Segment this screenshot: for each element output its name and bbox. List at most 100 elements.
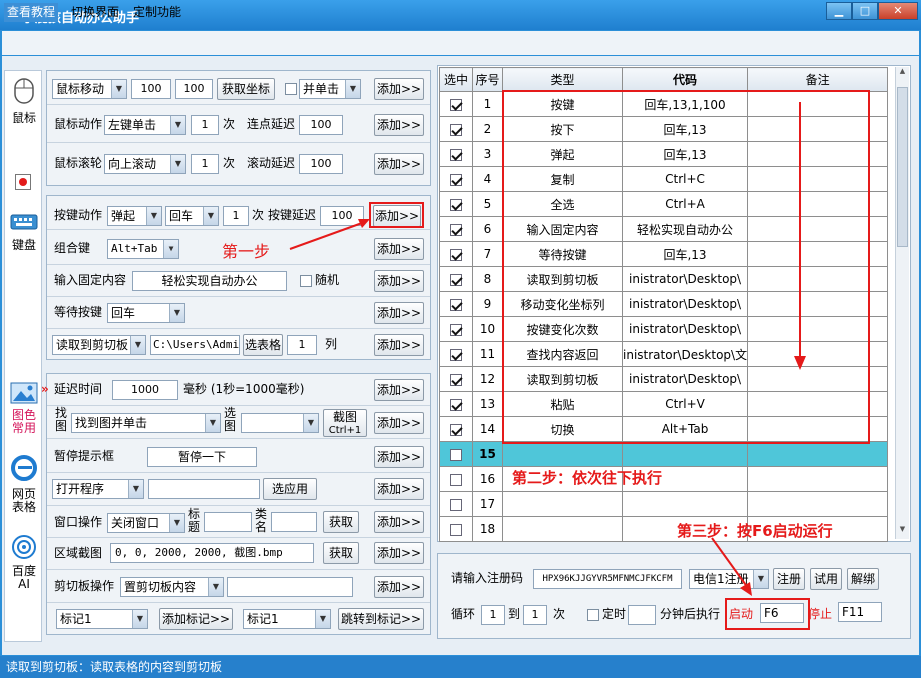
pick-table-button[interactable]: 选表格: [243, 334, 283, 356]
pause-prompt-input[interactable]: 暂停一下: [147, 447, 257, 467]
trial-button[interactable]: 试用: [810, 568, 842, 590]
minimize-button[interactable]: ▁: [826, 2, 852, 20]
window-title-input[interactable]: [204, 512, 252, 532]
row-checkbox[interactable]: [450, 148, 462, 161]
row-number-cell[interactable]: 16: [472, 466, 503, 492]
unbind-button[interactable]: 解绑: [847, 568, 879, 590]
timer-minutes-input[interactable]: [628, 605, 656, 625]
row-number-cell[interactable]: 17: [472, 491, 503, 517]
scroll-up-icon[interactable]: ▲: [897, 67, 908, 81]
row-number-cell[interactable]: 14: [472, 416, 503, 442]
row-checkbox[interactable]: [450, 173, 462, 186]
find-image-select[interactable]: 找到图并单击 ▼: [71, 413, 221, 433]
row-checkbox-cell[interactable]: [439, 141, 473, 167]
row-checkbox-cell[interactable]: [439, 91, 473, 117]
wait-key-add-button[interactable]: 添加>>: [374, 302, 424, 324]
reg-code-input[interactable]: HPX96KJJGYVR5MFNMCJFKCFM: [533, 569, 682, 589]
menu-custom-feature[interactable]: 定制功能: [130, 3, 184, 22]
clipboard-read-select[interactable]: 读取到剪切板 ▼: [52, 335, 146, 355]
program-path-input[interactable]: [148, 479, 260, 499]
clipboard-op-add-button[interactable]: 添加>>: [374, 576, 424, 598]
row-checkbox-cell[interactable]: [439, 516, 473, 542]
window-get-button[interactable]: 获取: [323, 511, 359, 533]
col-header-note[interactable]: 备注: [747, 67, 889, 92]
find-image-add-button[interactable]: 添加>>: [374, 412, 424, 434]
pause-add-button[interactable]: 添加>>: [374, 446, 424, 468]
col-header-no[interactable]: 序号: [472, 67, 503, 92]
mouse-wheel-select[interactable]: 向上滚动 ▼: [104, 154, 186, 174]
delay-add-button[interactable]: 添加>>: [374, 379, 424, 401]
sidebar-item-web-table[interactable]: 网页表格: [10, 488, 38, 514]
baidu-ai-icon[interactable]: [11, 534, 37, 560]
row-number-cell[interactable]: 6: [472, 216, 503, 242]
row-checkbox-cell[interactable]: [439, 341, 473, 367]
row-checkbox-cell[interactable]: [439, 291, 473, 317]
wheel-delay-input[interactable]: 100: [299, 154, 343, 174]
row-number-cell[interactable]: 1: [472, 91, 503, 117]
row-number-cell[interactable]: 3: [472, 141, 503, 167]
jump-mark-select[interactable]: 标记1 ▼: [243, 609, 331, 629]
open-program-add-button[interactable]: 添加>>: [374, 478, 424, 500]
menu-switch-view[interactable]: 切换界面: [68, 3, 122, 22]
row-number-cell[interactable]: 13: [472, 391, 503, 417]
table-row[interactable]: 17: [439, 491, 889, 517]
clipboard-add-button[interactable]: 添加>>: [374, 334, 424, 356]
row-checkbox-cell[interactable]: [439, 116, 473, 142]
keyboard-icon[interactable]: [10, 209, 38, 231]
column-number-input[interactable]: 1: [287, 335, 317, 355]
combo-key-add-button[interactable]: 添加>>: [374, 238, 424, 260]
row-number-cell[interactable]: 9: [472, 291, 503, 317]
row-checkbox-cell[interactable]: [439, 466, 473, 492]
delay-time-input[interactable]: 1000: [112, 380, 178, 400]
image-icon[interactable]: [10, 382, 38, 404]
jump-to-mark-button[interactable]: 跳转到标记>>: [338, 608, 424, 630]
sidebar-item-image-color[interactable]: 图色常用: [10, 409, 38, 435]
row-number-cell[interactable]: 7: [472, 241, 503, 267]
mouse-action-select[interactable]: 左键单击 ▼: [104, 115, 186, 135]
clipboard-path-input[interactable]: C:\Users\Admin: [150, 335, 240, 355]
key-action-select[interactable]: 弹起 ▼: [107, 206, 162, 226]
row-number-cell[interactable]: 15: [472, 441, 503, 467]
maximize-button[interactable]: □: [852, 2, 878, 20]
row-checkbox-cell[interactable]: [439, 316, 473, 342]
mouse-move-add-button[interactable]: 添加>>: [374, 78, 424, 100]
stop-hotkey-input[interactable]: F11: [838, 602, 882, 622]
open-program-select[interactable]: 打开程序 ▼: [52, 479, 144, 499]
register-button[interactable]: 注册: [773, 568, 805, 590]
row-number-cell[interactable]: 8: [472, 266, 503, 292]
row-type-cell[interactable]: [502, 441, 623, 467]
row-number-cell[interactable]: 18: [472, 516, 503, 542]
fixed-content-add-button[interactable]: 添加>>: [374, 270, 424, 292]
combo-key-select[interactable]: Alt+Tab ▼: [107, 239, 179, 259]
row-checkbox[interactable]: [450, 98, 462, 111]
random-checkbox[interactable]: [300, 275, 312, 287]
clipboard-op-select[interactable]: 置剪切板内容 ▼: [120, 577, 224, 597]
mouse-icon[interactable]: [13, 77, 35, 105]
scroll-down-icon[interactable]: ▼: [897, 525, 908, 539]
row-checkbox[interactable]: [450, 473, 462, 486]
row-checkbox[interactable]: [450, 298, 462, 311]
row-code-cell[interactable]: [621, 491, 749, 517]
row-checkbox-cell[interactable]: [439, 441, 473, 467]
menu-view-tutorial[interactable]: 查看教程: [4, 3, 59, 22]
row-checkbox-cell[interactable]: [439, 241, 473, 267]
region-add-button[interactable]: 添加>>: [374, 542, 424, 564]
get-coord-button[interactable]: 获取坐标: [217, 78, 275, 100]
row-code-cell[interactable]: [621, 441, 749, 467]
sidebar-item-keyboard[interactable]: 键盘: [5, 239, 43, 252]
table-row[interactable]: 15: [439, 441, 889, 467]
mouse-wheel-add-button[interactable]: 添加>>: [374, 153, 424, 175]
row-checkbox[interactable]: [450, 223, 462, 236]
window-op-add-button[interactable]: 添加>>: [374, 511, 424, 533]
row-number-cell[interactable]: 5: [472, 191, 503, 217]
single-click-checkbox[interactable]: [285, 83, 297, 95]
row-checkbox-cell[interactable]: [439, 216, 473, 242]
row-checkbox[interactable]: [450, 498, 462, 511]
scroll-thumb[interactable]: [897, 87, 908, 247]
row-number-cell[interactable]: 2: [472, 116, 503, 142]
row-note-cell[interactable]: [747, 441, 889, 467]
record-icon[interactable]: [15, 174, 31, 190]
row-checkbox-cell[interactable]: [439, 366, 473, 392]
row-number-cell[interactable]: 11: [472, 341, 503, 367]
row-checkbox-cell[interactable]: [439, 166, 473, 192]
